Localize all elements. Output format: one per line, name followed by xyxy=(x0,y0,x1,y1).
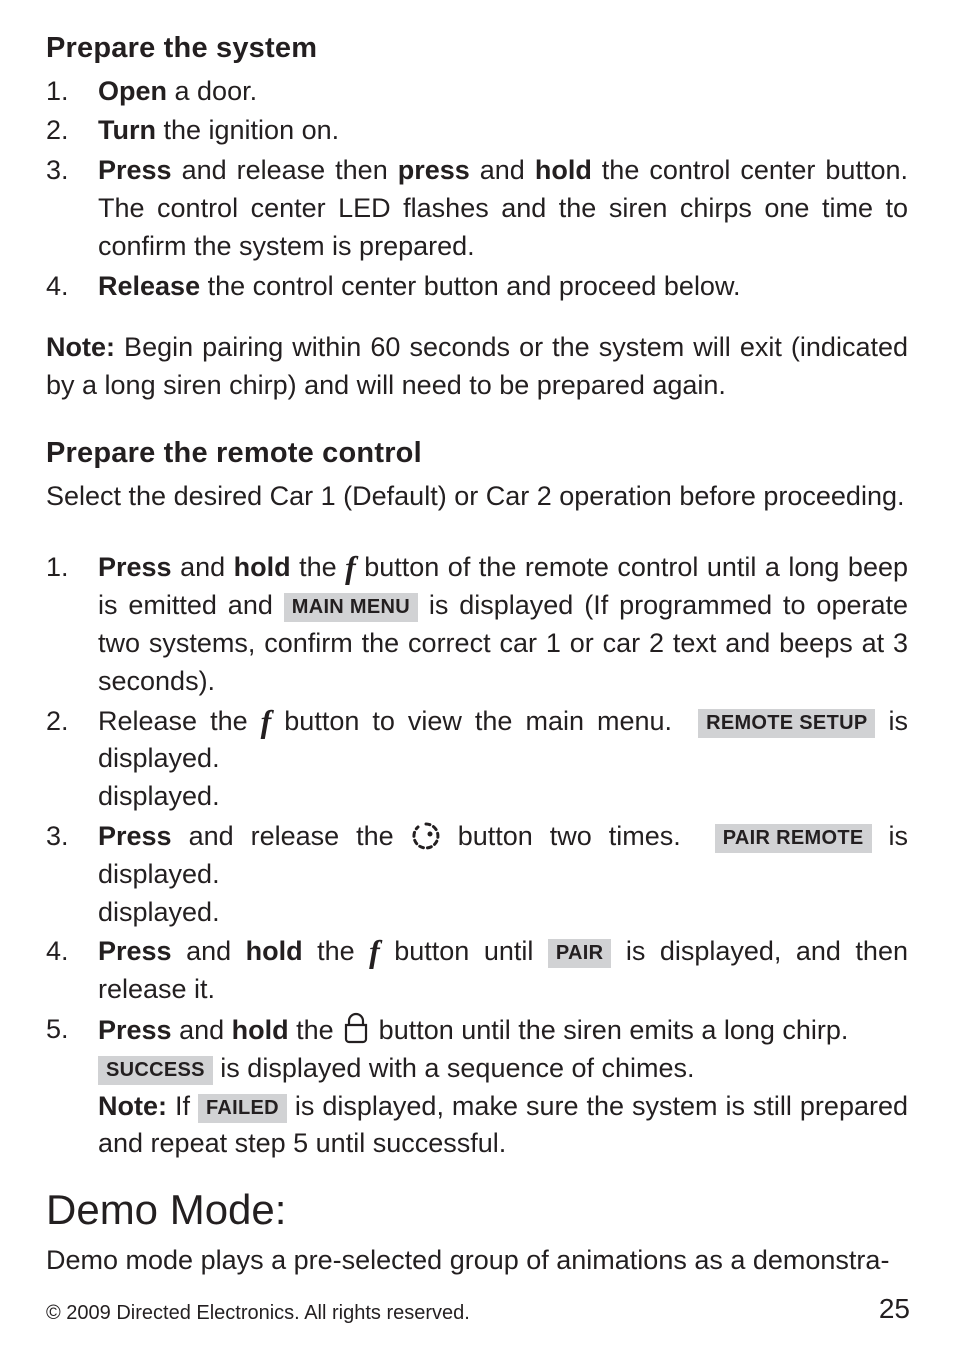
text: the xyxy=(291,552,346,582)
list-item: 1. Open a door. xyxy=(46,73,908,111)
list-marker: 3. xyxy=(46,152,98,265)
text: and xyxy=(172,1015,232,1045)
text: the control center button and proceed be… xyxy=(200,271,740,301)
intro-paragraph: Select the desired Car 1 (Default) or Ca… xyxy=(46,478,908,516)
text: and release the xyxy=(172,821,411,851)
text: If xyxy=(167,1091,198,1121)
heading-prepare-remote: Prepare the remote control xyxy=(46,433,908,474)
text: Begin pairing within 60 seconds or the s… xyxy=(46,332,908,400)
action-word: Press xyxy=(98,155,172,185)
action-word: press xyxy=(398,155,470,185)
action-word: Release xyxy=(98,271,200,301)
text: displayed. xyxy=(98,897,220,927)
heading-prepare-system: Prepare the system xyxy=(46,28,908,69)
list-item: 4. Press and hold the f button until PAI… xyxy=(46,933,908,1009)
lock-icon xyxy=(341,1011,371,1045)
text: button to view the main menu. xyxy=(271,706,672,736)
text: button until the siren emits a long chir… xyxy=(371,1015,848,1045)
text: and release then xyxy=(172,155,398,185)
text: displayed. xyxy=(98,781,220,811)
note-label: Note: xyxy=(46,332,115,362)
page-footer: © 2009 Directed Electronics. All rights … xyxy=(46,1293,910,1325)
action-word: Turn xyxy=(98,115,156,145)
remote-start-icon xyxy=(411,821,441,851)
action-word: hold xyxy=(246,936,303,966)
note-paragraph: Note: Begin pairing within 60 seconds or… xyxy=(46,329,908,405)
copyright-text: © 2009 Directed Electronics. All rights … xyxy=(46,1302,470,1325)
text: and xyxy=(172,552,234,582)
display-label: FAILED xyxy=(198,1094,287,1123)
action-word: Press xyxy=(98,936,172,966)
list-item: 5. Press and hold the button until the s… xyxy=(46,1011,908,1163)
action-word: hold xyxy=(535,155,592,185)
text: button until xyxy=(380,936,548,966)
text: and xyxy=(470,155,535,185)
display-label: PAIR xyxy=(548,939,612,968)
list-item: 2. Turn the ignition on. xyxy=(46,112,908,150)
action-word: hold xyxy=(232,1015,289,1045)
action-word: hold xyxy=(234,552,291,582)
list-item: 4. Release the control center button and… xyxy=(46,268,908,306)
text: Release the xyxy=(98,706,261,736)
action-word: Press xyxy=(98,1015,172,1045)
list-prepare-system: 1. Open a door. 2. Turn the ignition on.… xyxy=(46,73,908,306)
text: and xyxy=(172,936,246,966)
action-word: Press xyxy=(98,552,172,582)
action-word: Press xyxy=(98,821,172,851)
text: the xyxy=(303,936,370,966)
list-marker: 1. xyxy=(46,549,98,700)
text: is displayed with a sequence of chimes. xyxy=(213,1053,695,1083)
display-label: SUCCESS xyxy=(98,1056,213,1085)
list-item: 3. Press and release then press and hold… xyxy=(46,152,908,265)
list-marker: 4. xyxy=(46,268,98,306)
list-item: 3. Press and release the button two time… xyxy=(46,818,908,931)
text: the ignition on. xyxy=(156,115,339,145)
heading-demo-mode: Demo Mode: xyxy=(46,1181,908,1240)
action-word: Open xyxy=(98,76,167,106)
list-marker: 4. xyxy=(46,933,98,1009)
page-number: 25 xyxy=(879,1293,910,1325)
list-marker: 3. xyxy=(46,818,98,931)
display-label: MAIN MENU xyxy=(284,593,418,622)
text: the xyxy=(289,1015,342,1045)
list-marker: 2. xyxy=(46,703,98,816)
text: button two times. xyxy=(441,821,681,851)
display-label: PAIR REMOTE xyxy=(715,824,872,853)
list-item: 1. Press and hold the f button of the re… xyxy=(46,549,908,700)
demo-paragraph: Demo mode plays a pre-selected group of … xyxy=(46,1242,908,1280)
list-prepare-remote: 1. Press and hold the f button of the re… xyxy=(46,549,908,1163)
list-item: 2. Release the f button to view the main… xyxy=(46,703,908,816)
display-label: REMOTE SETUP xyxy=(698,709,875,738)
list-marker: 1. xyxy=(46,73,98,111)
list-marker: 2. xyxy=(46,112,98,150)
text: a door. xyxy=(167,76,257,106)
page-body: Prepare the system 1. Open a door. 2. Tu… xyxy=(46,28,908,1280)
note-label: Note: xyxy=(98,1091,167,1121)
list-marker: 5. xyxy=(46,1011,98,1163)
